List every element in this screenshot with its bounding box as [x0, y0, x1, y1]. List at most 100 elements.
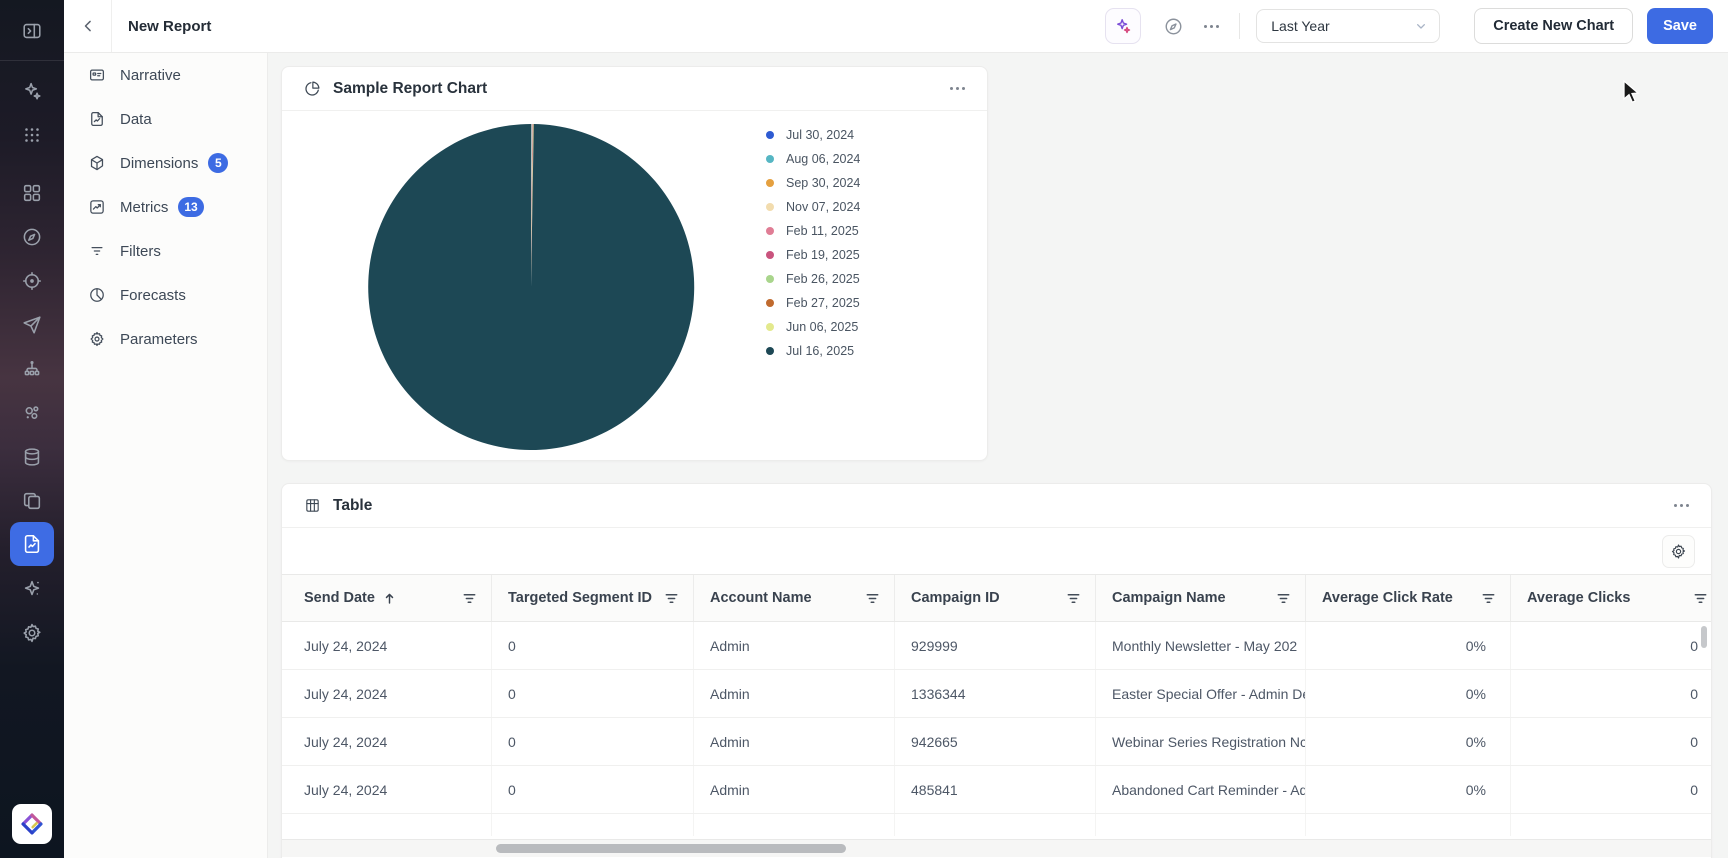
explore-compass-button[interactable] — [1163, 16, 1184, 37]
table-card-more-button[interactable] — [1672, 498, 1691, 513]
table-row[interactable]: July 24, 20240Admin942665Webinar Series … — [282, 718, 1712, 766]
rail-item-ai-sparkles[interactable] — [19, 78, 45, 104]
horizontal-scrollbar-thumb[interactable] — [496, 844, 846, 853]
legend-item[interactable]: Jun 06, 2025 — [766, 315, 860, 339]
rail-item-database[interactable] — [19, 444, 45, 470]
chevron-down-icon — [1413, 18, 1429, 34]
settings-icon — [21, 622, 43, 644]
table-cell: 0 — [1511, 718, 1712, 765]
filter-icon[interactable] — [1058, 591, 1081, 606]
legend-item[interactable]: Jul 30, 2024 — [766, 123, 860, 147]
legend-item[interactable]: Jul 16, 2025 — [766, 339, 860, 363]
report-doc-icon — [21, 533, 43, 555]
legend-dot — [766, 203, 774, 211]
rail-item-dashboard[interactable] — [19, 180, 45, 206]
column-header-campaign-name[interactable]: Campaign Name — [1096, 575, 1306, 621]
legend-dot — [766, 251, 774, 259]
rail-item-report-doc[interactable] — [10, 522, 54, 566]
sidebar-item-filters[interactable]: Filters — [64, 229, 267, 273]
table-cell — [282, 814, 492, 836]
sidebar-item-label: Filters — [120, 243, 161, 260]
sidebar-item-label: Metrics — [120, 199, 168, 216]
ai-sparkles-icon — [21, 80, 43, 102]
chevron-left-icon — [78, 16, 98, 36]
dimensions-icon — [88, 154, 120, 172]
table-cell: Abandoned Cart Reminder - Ad — [1096, 766, 1306, 813]
legend-item[interactable]: Feb 11, 2025 — [766, 219, 860, 243]
time-range-value: Last Year — [1271, 18, 1329, 34]
column-header-account-name[interactable]: Account Name — [694, 575, 895, 621]
table-cell: Admin — [694, 670, 895, 717]
ai-assistant-button[interactable] — [1105, 8, 1141, 44]
clusters-icon — [21, 402, 43, 424]
filter-icon[interactable] — [1268, 591, 1291, 606]
target-icon — [21, 270, 43, 292]
sort-ascending-icon[interactable] — [383, 592, 396, 605]
send-icon — [21, 314, 43, 336]
table-row[interactable]: July 24, 20240Admin1336344Easter Special… — [282, 670, 1712, 718]
gear-icon — [1670, 543, 1687, 560]
rail-divider — [0, 60, 64, 61]
data-grid: Send DateTargeted Segment ID Account Name… — [282, 574, 1712, 836]
filter-icon[interactable] — [656, 591, 679, 606]
topbar-more-button[interactable] — [1202, 19, 1221, 34]
legend-item[interactable]: Feb 26, 2025 — [766, 267, 860, 291]
rail-item-compass[interactable] — [19, 224, 45, 250]
filter-icon[interactable] — [1473, 591, 1496, 606]
legend-item[interactable]: Feb 27, 2025 — [766, 291, 860, 315]
column-header-average-clicks[interactable]: Average Clicks — [1511, 575, 1712, 621]
app-logo[interactable] — [12, 804, 52, 844]
sidebar-item-dimensions[interactable]: Dimensions5 — [64, 141, 267, 185]
table-cell — [694, 814, 895, 836]
create-new-chart-button[interactable]: Create New Chart — [1474, 8, 1633, 44]
sidebar-item-metrics[interactable]: Metrics13 — [64, 185, 267, 229]
rail-item-apps-grid[interactable] — [19, 122, 45, 148]
table-cell: Admin — [694, 766, 895, 813]
sidebar-item-narrative[interactable]: Narrative — [64, 53, 267, 97]
save-button[interactable]: Save — [1647, 8, 1713, 44]
sidebar-item-parameters[interactable]: Parameters — [64, 317, 267, 361]
rail-item-target[interactable] — [19, 268, 45, 294]
vertical-scrollbar[interactable] — [1701, 626, 1707, 648]
table-settings-button[interactable] — [1662, 535, 1695, 568]
rail-item-send[interactable] — [19, 312, 45, 338]
sidebar-item-data[interactable]: Data — [64, 97, 267, 141]
table-cell — [1511, 814, 1712, 836]
rail-item-panel-toggle[interactable] — [19, 18, 45, 44]
legend-item[interactable]: Feb 19, 2025 — [766, 243, 860, 267]
filter-icon[interactable] — [454, 591, 477, 606]
compass-icon — [21, 226, 43, 248]
rail-item-clusters[interactable] — [19, 400, 45, 426]
chart-card-more-button[interactable] — [948, 81, 967, 96]
table-cell — [895, 814, 1096, 836]
table-cell: 942665 — [895, 718, 1096, 765]
table-cell: 0% — [1306, 622, 1511, 669]
time-range-select[interactable]: Last Year — [1256, 9, 1440, 43]
sidebar-item-forecasts[interactable]: Forecasts — [64, 273, 267, 317]
legend-dot — [766, 323, 774, 331]
table-row[interactable]: July 24, 20240Admin929999Monthly Newslet… — [282, 622, 1712, 670]
filter-icon[interactable] — [857, 591, 880, 606]
rail-item-hierarchy[interactable] — [19, 356, 45, 382]
filter-icon[interactable] — [1685, 591, 1708, 606]
column-header-targeted-segment-id[interactable]: Targeted Segment ID — [492, 575, 694, 621]
column-header-send-date[interactable]: Send Date — [282, 575, 492, 621]
horizontal-scrollbar-track[interactable] — [282, 839, 1711, 857]
column-header-average-click-rate[interactable]: Average Click Rate — [1306, 575, 1511, 621]
column-label: Account Name — [710, 590, 812, 606]
column-header-campaign-id[interactable]: Campaign ID — [895, 575, 1096, 621]
rail-item-sparkle[interactable] — [19, 576, 45, 602]
report-sidebar: Narrative Data Dimensions5 Metrics13 Fil… — [64, 53, 268, 858]
legend-item[interactable]: Aug 06, 2024 — [766, 147, 860, 171]
table-row[interactable]: July 24, 20240Admin485841Abandoned Cart … — [282, 766, 1712, 814]
rail-item-settings[interactable] — [19, 620, 45, 646]
pie-chart-icon — [304, 80, 321, 97]
rail-item-pages[interactable] — [19, 488, 45, 514]
legend-item[interactable]: Nov 07, 2024 — [766, 195, 860, 219]
ai-sparkle-icon — [1113, 16, 1133, 36]
legend-item[interactable]: Sep 30, 2024 — [766, 171, 860, 195]
topbar: New Report Last Year Create New Chart Sa… — [64, 0, 1728, 53]
table-cell — [1306, 814, 1511, 836]
pie-chart[interactable] — [366, 122, 696, 452]
back-button[interactable] — [64, 0, 112, 52]
